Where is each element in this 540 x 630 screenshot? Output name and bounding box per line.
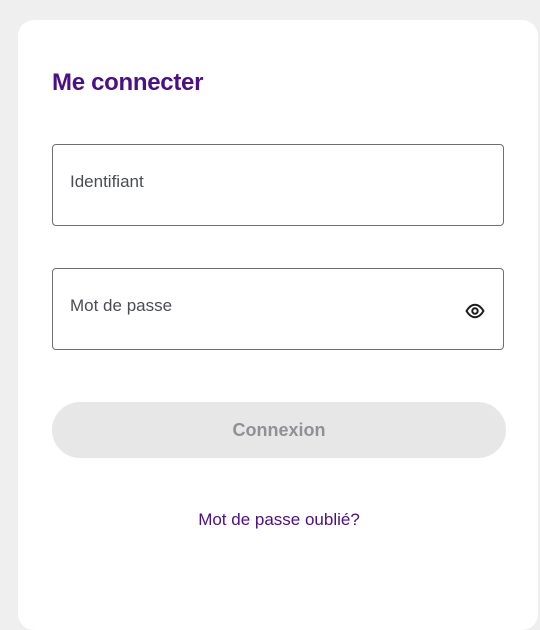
show-password-toggle[interactable] xyxy=(461,297,489,325)
eye-icon xyxy=(465,303,485,319)
forgot-password-link[interactable]: Mot de passe oublié? xyxy=(52,510,506,530)
password-input[interactable] xyxy=(53,269,503,349)
login-card: Me connecter Connexion Mot de passe oubl… xyxy=(18,20,538,630)
login-button[interactable]: Connexion xyxy=(52,402,506,458)
username-input[interactable] xyxy=(53,145,503,225)
password-field-wrapper[interactable] xyxy=(52,268,504,350)
login-title: Me connecter xyxy=(52,69,204,96)
username-field-wrapper[interactable] xyxy=(52,144,504,226)
